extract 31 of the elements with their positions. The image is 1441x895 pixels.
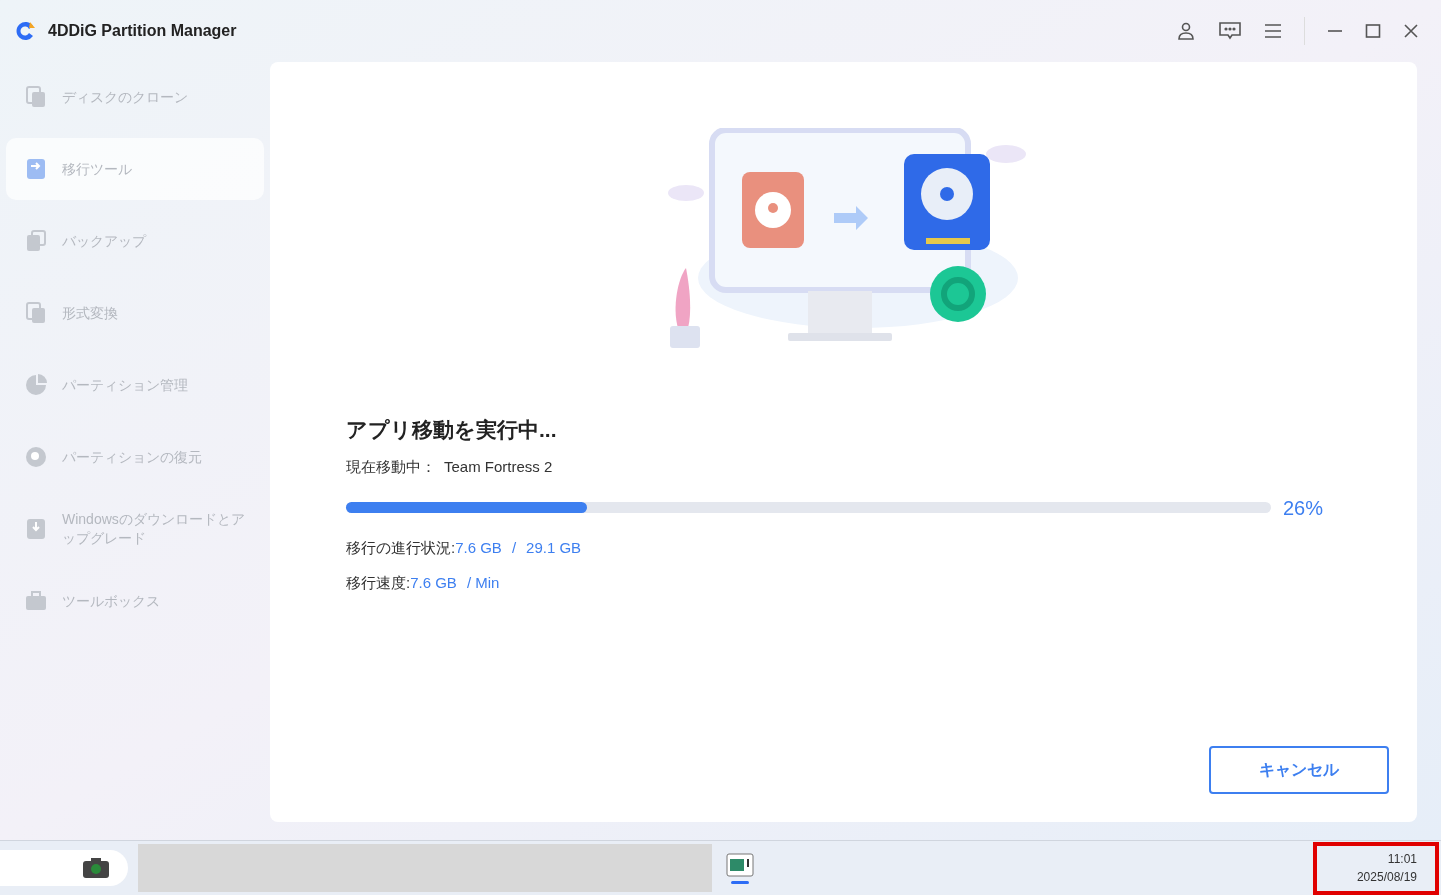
- maximize-icon[interactable]: [1365, 23, 1381, 39]
- restore-icon: [24, 445, 48, 469]
- status-separator: /: [511, 537, 517, 558]
- convert-icon: [24, 301, 48, 325]
- chat-icon[interactable]: [1218, 21, 1242, 41]
- app-logo-icon: [14, 19, 38, 43]
- camera-icon[interactable]: [82, 857, 110, 879]
- current-item-label: 現在移動中：: [346, 457, 436, 477]
- current-item-value: Team Fortress 2: [444, 457, 553, 477]
- speed-unit: / Min: [466, 573, 500, 593]
- status-label: 移行の進行状況:: [346, 537, 456, 558]
- status-done: 7.6 GB: [455, 537, 502, 558]
- app-taskbar-icon[interactable]: [726, 852, 754, 877]
- backup-icon: [24, 229, 48, 253]
- progress-title: アプリ移動を実行中...: [346, 417, 558, 443]
- pie-chart-icon: [24, 373, 48, 397]
- migrate-icon: [24, 157, 48, 181]
- app-title: 4DDiG Partition Manager: [48, 21, 237, 41]
- disk-clone-icon: [24, 85, 48, 109]
- progress-percent: 26%: [1283, 495, 1325, 521]
- close-icon[interactable]: [1403, 23, 1419, 39]
- download-icon: [24, 517, 48, 541]
- toolbox-icon: [24, 589, 48, 613]
- menu-icon[interactable]: [1264, 23, 1282, 39]
- speed-label: 移行速度:: [346, 573, 411, 593]
- cancel-button[interactable]: キャンセル: [1209, 746, 1389, 794]
- user-icon[interactable]: [1176, 21, 1196, 41]
- speed-value: 7.6 GB: [410, 573, 457, 593]
- clock-date: 2025/08/19: [1356, 869, 1417, 886]
- clock-time: 11:01: [1387, 851, 1417, 868]
- status-total: 29.1 GB: [526, 537, 582, 558]
